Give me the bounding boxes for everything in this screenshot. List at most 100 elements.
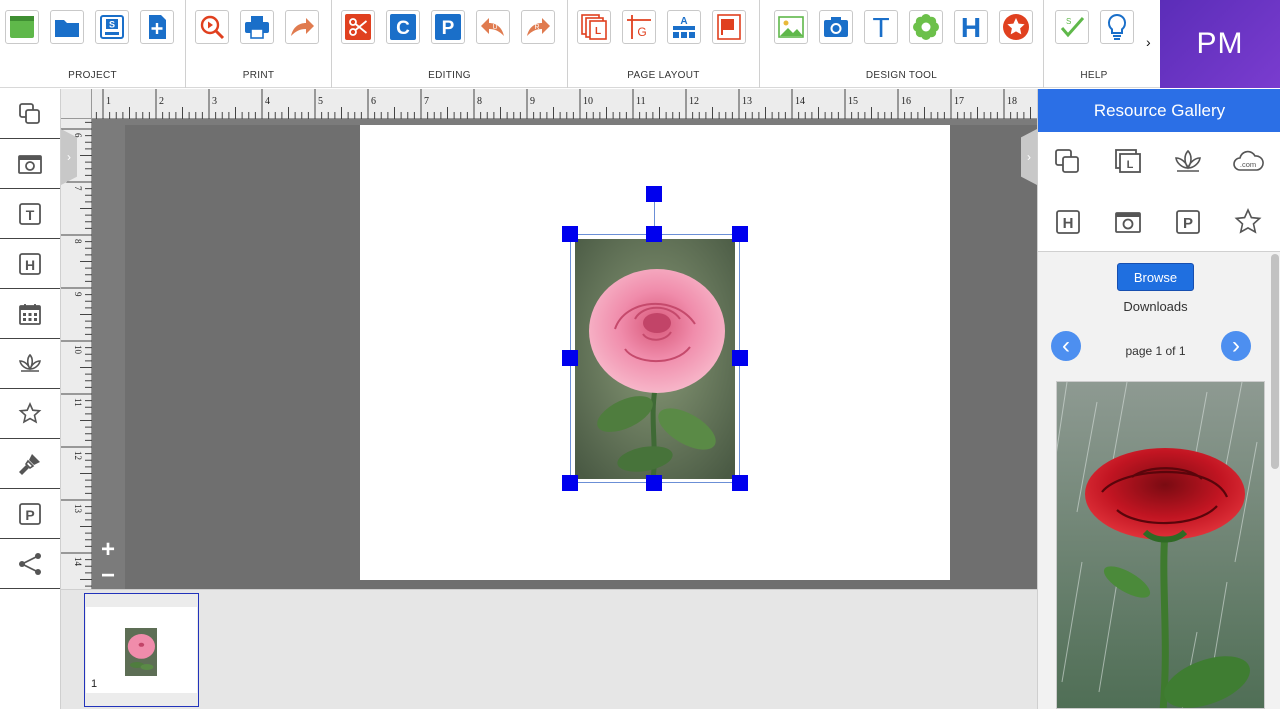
ribbon-scroll-right-icon[interactable]: › [1146,34,1151,50]
copy-button[interactable]: C [386,10,420,44]
ribbon-group-page-layout: L G A PAGE LAYOUT [568,0,760,88]
brush-icon [19,453,40,475]
ruler-label: 15 [848,96,858,107]
gallery-tab-web[interactable]: .com [1228,142,1268,182]
resize-handle-sw[interactable] [562,475,578,491]
ribbon-group-print: PRINT [186,0,332,88]
align-button[interactable]: A [667,10,701,44]
ribbon-group-label-project: PROJECT [68,70,117,81]
heading-box-icon: H [1056,210,1080,234]
share-project-button[interactable] [285,10,319,44]
ruler-label: 4 [265,96,270,107]
resize-handle-s[interactable] [646,475,662,491]
background-button[interactable] [712,10,746,44]
left-tool-paste[interactable]: P [0,489,60,539]
svg-text:H: H [25,257,35,273]
open-project-button[interactable] [50,10,84,44]
resize-handle-w[interactable] [562,350,578,366]
undo-button[interactable]: U [476,10,510,44]
ruler-label: 17 [954,96,964,107]
chevron-right-icon: › [1232,332,1240,359]
new-project-button[interactable] [5,10,39,44]
gallery-tab-headings[interactable]: H [1048,202,1088,242]
zoom-in-button[interactable]: + [97,538,119,562]
calendar-icon [19,303,41,325]
left-tool-brush[interactable] [0,439,60,489]
cut-button[interactable] [341,10,375,44]
insert-text-button[interactable]: T [864,10,898,44]
resize-handle-ne[interactable] [732,226,748,242]
print-button[interactable] [240,10,274,44]
left-tool-text[interactable]: T [0,189,60,239]
svg-text:G: G [637,25,646,39]
spell-check-button[interactable]: S [1055,10,1089,44]
gallery-tab-paste[interactable]: P [1168,202,1208,242]
insert-shape-button[interactable] [999,10,1033,44]
ribbon-group-label-design-tool: DESIGN TOOL [865,70,938,81]
rotate-handle[interactable] [646,186,662,202]
left-tool-layers[interactable] [0,89,60,139]
ruler-label: 10 [73,345,83,355]
browse-button[interactable]: Browse [1117,263,1194,291]
insert-clipart-button[interactable] [909,10,943,44]
brand-logo: PM [1160,0,1280,88]
left-tool-share[interactable] [0,539,60,589]
resize-handle-nw[interactable] [562,226,578,242]
help-tips-button[interactable] [1100,10,1134,44]
save-project-button[interactable]: S [95,10,129,44]
left-tool-heading[interactable]: H [0,239,60,289]
left-tool-calendar[interactable] [0,289,60,339]
camera-icon [824,17,848,37]
guides-icon: G [627,15,651,39]
gallery-tab-layers[interactable] [1048,142,1088,182]
design-workspace[interactable]: 1 2 3 4 5 6 7 8 9 10 11 12 13 14 15 16 17 18 6 7 8 9 10 11 12 13… [61,89,1037,589]
left-panel-toggle[interactable]: › [61,129,77,185]
resize-handle-se[interactable] [732,475,748,491]
selected-rose-photo[interactable] [575,239,735,479]
print-preview-button[interactable] [195,10,229,44]
ruler-label: 10 [583,96,593,107]
svg-text:U: U [492,24,497,31]
thumbnail-rose-image [125,628,157,676]
guides-button[interactable]: G [622,10,656,44]
ruler-label: 14 [73,557,83,567]
left-tool-clipart[interactable] [0,339,60,389]
zoom-out-button[interactable]: − [97,564,119,588]
ribbon-group-label-print: PRINT [242,70,275,81]
gallery-tab-layouts[interactable]: L [1108,142,1148,182]
left-tool-shapes[interactable] [0,389,60,439]
resize-handle-e[interactable] [732,350,748,366]
ribbon-group-design-tool: T H DESIGN TOOL [760,0,1044,88]
star-badge-icon [1003,14,1029,40]
svg-text:S: S [109,20,115,30]
gallery-scrollbar[interactable] [1271,254,1279,469]
redo-icon: R [527,18,550,36]
right-panel-toggle[interactable]: › [1021,129,1037,185]
svg-text:P: P [1183,215,1193,232]
ruler-label: 18 [1007,96,1017,107]
redo-button[interactable]: R [521,10,555,44]
gallery-tab-shapes[interactable] [1228,202,1268,242]
gallery-tab-frames[interactable] [1108,202,1148,242]
insert-photo-button[interactable] [819,10,853,44]
layout-button[interactable]: L [577,10,611,44]
paste-button[interactable]: P [431,10,465,44]
ribbon-toolbar: S PROJECT PRINT C P U R EDITING L G A PA… [0,0,1160,88]
paste-icon: P [435,14,461,40]
page-thumbnail[interactable]: 1 [84,593,199,707]
gallery-next-button[interactable]: › [1221,331,1251,361]
ruler-left: 6 7 8 9 10 11 12 13 14 [61,119,92,589]
gallery-prev-button[interactable]: ‹ [1051,331,1081,361]
gallery-tab-clipart[interactable] [1168,142,1208,182]
insert-image-button[interactable] [774,10,808,44]
insert-heading-button[interactable]: H [954,10,988,44]
flag-icon [717,14,741,40]
rotation-guide [654,202,655,228]
ruler-label: 7 [424,96,429,107]
share-icon [19,552,41,575]
left-tool-photo-frame[interactable] [0,139,60,189]
add-page-button[interactable] [140,10,174,44]
gallery-item-red-rose[interactable] [1056,381,1265,709]
resize-handle-n[interactable] [646,226,662,242]
svg-text:R: R [534,24,539,31]
